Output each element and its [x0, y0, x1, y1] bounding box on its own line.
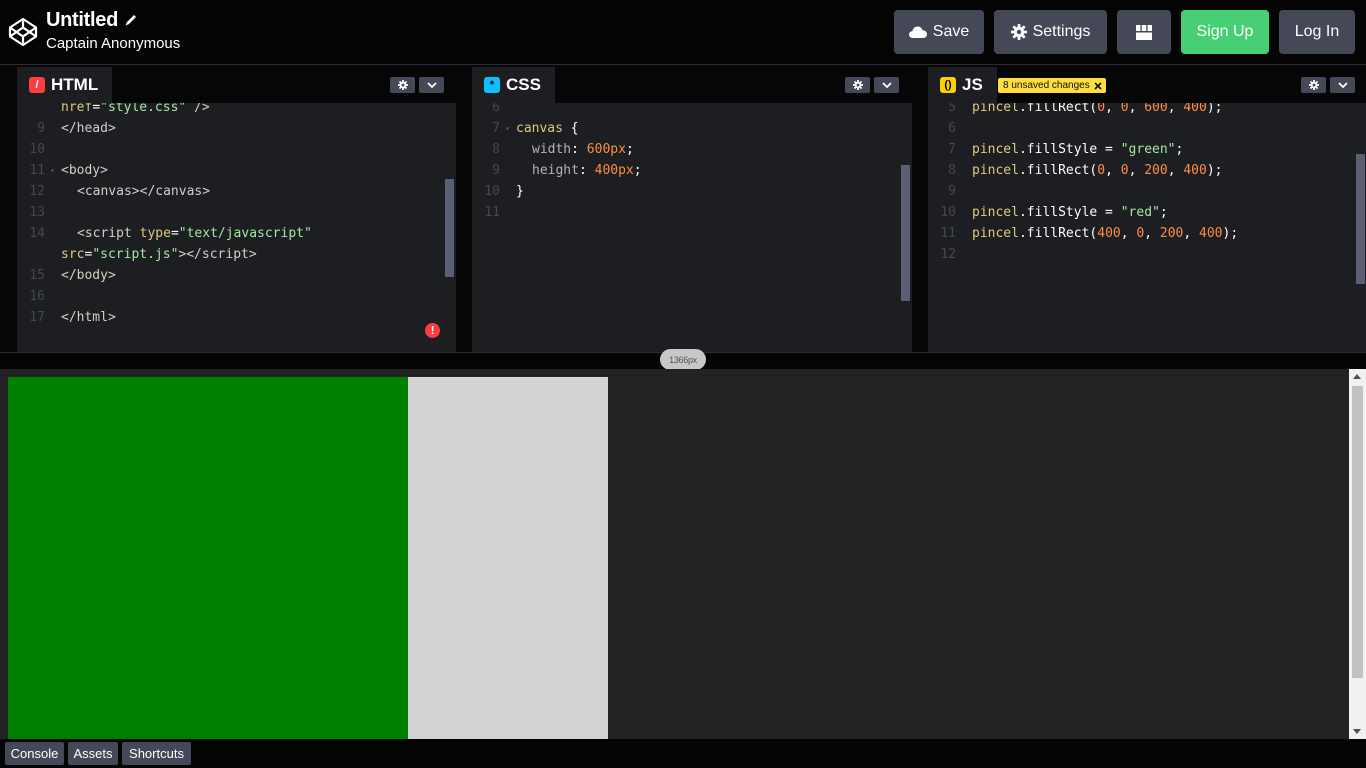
pen-title-area: Untitled Captain Anonymous: [46, 8, 180, 53]
change-view-button[interactable]: [1117, 10, 1171, 54]
js-settings-button[interactable]: [1301, 77, 1326, 93]
tab-html[interactable]: / HTML: [17, 67, 113, 103]
canvas-green-rect: [8, 377, 408, 739]
sign-up-label: Sign Up: [1196, 23, 1254, 40]
js-tab-label: JS: [962, 75, 983, 94]
js-code-area[interactable]: 5 pincel.fillRect(0, 0, 600, 400); 6 7 pin…: [928, 103, 1366, 352]
scrollbar-thumb[interactable]: [1352, 386, 1363, 678]
css-pane-controls: [845, 77, 899, 93]
error-alert-icon[interactable]: !: [425, 323, 440, 338]
scroll-down-icon[interactable]: [1353, 729, 1361, 734]
assets-button[interactable]: Assets: [68, 742, 118, 765]
pencil-edit-icon[interactable]: [124, 13, 138, 27]
html-pane-controls: [390, 77, 444, 93]
css-collapse-button[interactable]: [874, 77, 899, 93]
save-label: Save: [932, 23, 970, 40]
close-icon[interactable]: [1094, 81, 1102, 90]
preview-scrollbar[interactable]: [1349, 369, 1366, 739]
log-in-label: Log In: [1294, 23, 1340, 40]
viewport-size-label: 1366px: [660, 349, 706, 370]
gear-icon: [1308, 80, 1319, 90]
html-scrollbar[interactable]: [445, 179, 454, 277]
shortcuts-button[interactable]: Shortcuts: [122, 742, 191, 765]
html-tab-label: HTML: [51, 75, 99, 94]
html-collapse-button[interactable]: [419, 77, 444, 93]
console-button[interactable]: Console: [5, 742, 64, 765]
js-scrollbar[interactable]: [1356, 154, 1365, 284]
author-name[interactable]: Captain Anonymous: [46, 35, 180, 52]
footer-bar: Console Assets Shortcuts: [0, 739, 1366, 768]
codepen-logo-icon[interactable]: [8, 17, 38, 47]
gear-icon: [397, 80, 408, 90]
unsaved-changes-badge[interactable]: 8 unsaved changes: [998, 78, 1106, 93]
settings-button[interactable]: Settings: [994, 10, 1107, 54]
cloud-icon: [908, 26, 927, 38]
editor-panels: / HTML href="style.css" /> 9 </head> 10 1…: [0, 64, 1366, 352]
save-button[interactable]: Save: [894, 10, 984, 54]
tab-js[interactable]: () JS: [928, 67, 997, 103]
settings-label: Settings: [1032, 23, 1091, 40]
css-settings-button[interactable]: [845, 77, 870, 93]
css-pane-header: * CSS: [472, 65, 912, 103]
layout-grid-icon: [1136, 24, 1152, 40]
tab-css[interactable]: * CSS: [472, 67, 555, 103]
css-badge-icon: *: [484, 77, 500, 93]
js-pane-header: () JS 8 unsaved changes: [928, 65, 1366, 103]
chevron-down-icon: [1337, 82, 1348, 88]
gear-icon: [1010, 24, 1027, 40]
unsaved-changes-label: 8 unsaved changes: [1003, 80, 1090, 91]
html-pane-header: / HTML: [17, 65, 456, 103]
html-editor-pane: / HTML href="style.css" /> 9 </head> 10 1…: [17, 65, 456, 352]
chevron-down-icon: [881, 82, 892, 88]
html-code-area[interactable]: href="style.css" /> 9 </head> 10 11 ▾ <body…: [17, 103, 456, 352]
scroll-up-icon[interactable]: [1353, 374, 1361, 379]
css-code-area[interactable]: 6 7 ▾ canvas { 8 width: 600px; 9 height: 400…: [472, 103, 912, 352]
html-settings-button[interactable]: [390, 77, 415, 93]
html-badge-icon: /: [29, 77, 45, 93]
sign-up-button[interactable]: Sign Up: [1181, 10, 1269, 54]
css-editor-pane: * CSS 6 7 ▾ canvas { 8 width: 600px; 9 heigh…: [472, 65, 912, 352]
preview-frame[interactable]: [0, 369, 1366, 739]
preview-canvas: [8, 377, 608, 739]
js-collapse-button[interactable]: [1330, 77, 1355, 93]
js-pane-controls: [1301, 77, 1355, 93]
chevron-down-icon: [426, 82, 437, 88]
css-scrollbar[interactable]: [901, 165, 910, 301]
gear-icon: [852, 80, 863, 90]
js-editor-pane: () JS 8 unsaved changes 5 pincel.fillRect…: [928, 65, 1366, 352]
css-tab-label: CSS: [506, 75, 541, 94]
log-in-button[interactable]: Log In: [1279, 10, 1355, 54]
pen-title[interactable]: Untitled: [46, 9, 118, 32]
js-badge-icon: (): [940, 77, 956, 93]
header: Untitled Captain Anonymous Save Settings: [0, 0, 1366, 64]
